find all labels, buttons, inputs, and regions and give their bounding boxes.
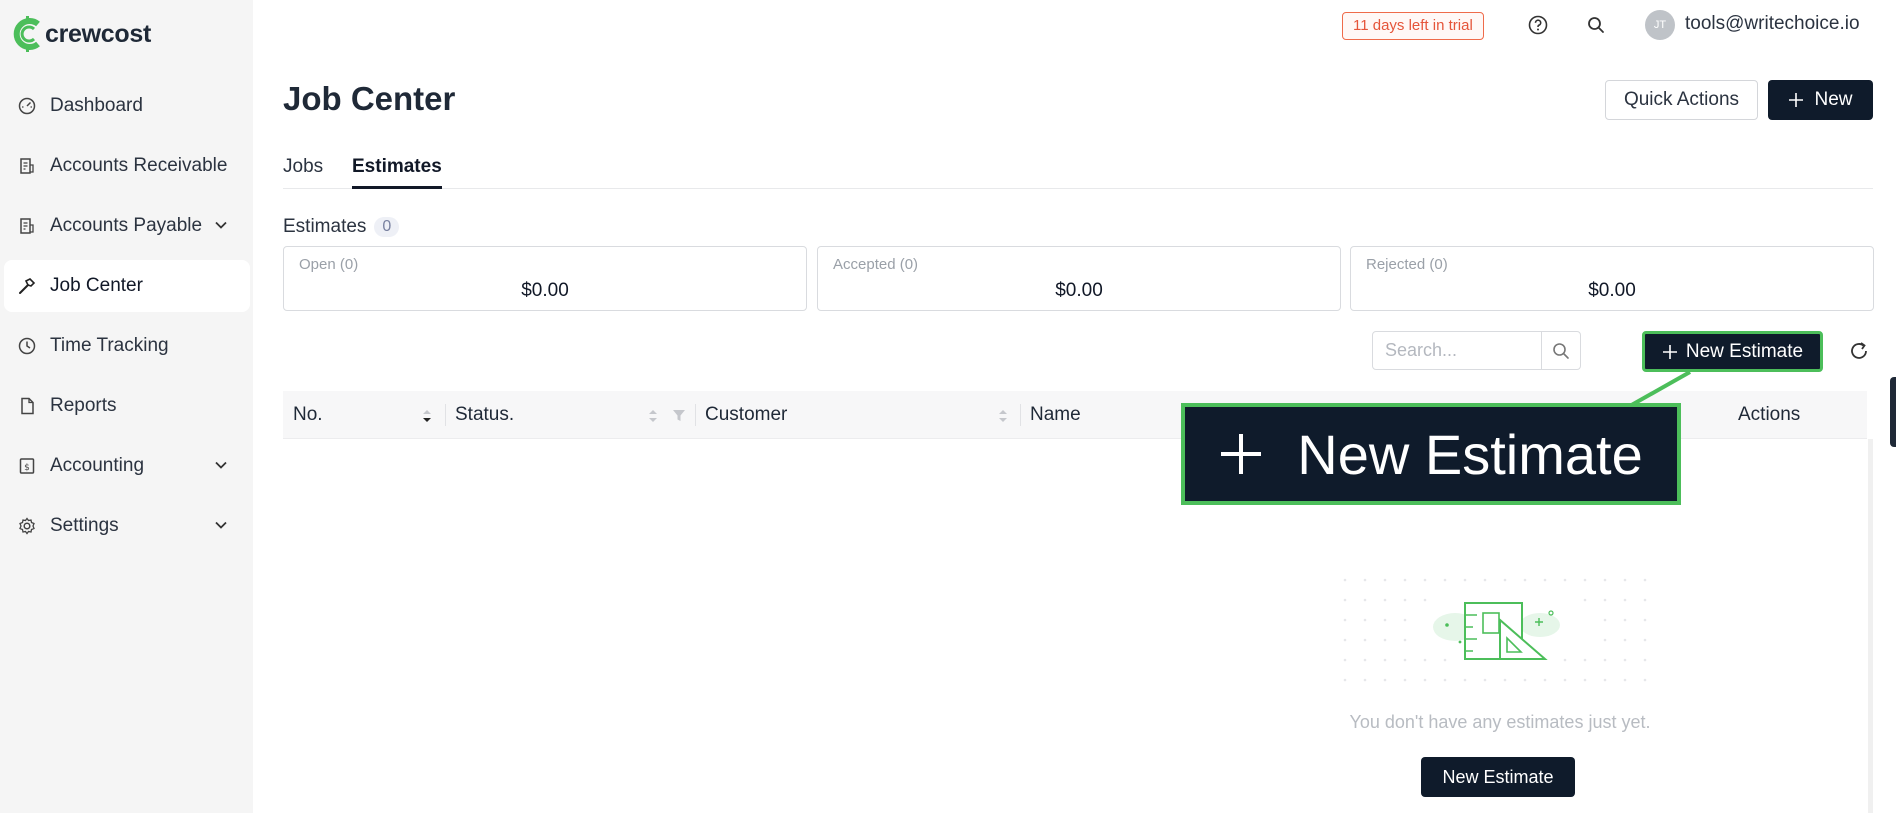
table-scrollbar[interactable]	[1868, 439, 1873, 813]
plus-icon	[1662, 344, 1677, 359]
refresh-icon[interactable]	[1848, 340, 1870, 362]
logo-text: crewcost	[45, 19, 151, 48]
search-icon	[1553, 342, 1569, 359]
empty-estimates-illustration	[1343, 578, 1647, 682]
stat-card-label: Open (0)	[299, 256, 359, 273]
sort-desc-icon[interactable]	[422, 408, 432, 424]
new-button[interactable]: New	[1768, 80, 1873, 120]
chevron-down-icon[interactable]	[214, 218, 228, 232]
hammer-icon	[18, 277, 36, 295]
estimates-label: Estimates	[283, 216, 367, 237]
column-divider	[1020, 404, 1021, 426]
crewcost-logo-icon	[13, 16, 40, 52]
gear-icon	[18, 517, 36, 535]
dollar-sheet-icon: $	[18, 457, 36, 475]
stat-card-label: Accepted (0)	[833, 256, 919, 273]
page-title: Job Center	[283, 80, 456, 117]
callout-label: New Estimate	[1297, 422, 1643, 486]
plus-icon	[1789, 93, 1804, 107]
sidebar-item-accounts-receivable[interactable]: Accounts Receivable	[4, 140, 250, 192]
sidebar-item-label: Time Tracking	[50, 335, 169, 356]
sidebar-item-label: Job Center	[50, 275, 143, 296]
filter-icon[interactable]	[672, 407, 686, 423]
sidebar-item-label: Settings	[50, 515, 119, 536]
help-icon[interactable]	[1527, 14, 1549, 36]
stat-card-rejected[interactable]: Rejected (0) $0.00	[1350, 246, 1874, 311]
tab-jobs[interactable]: Jobs	[283, 156, 323, 186]
user-email[interactable]: tools@writechoice.io	[1685, 13, 1860, 35]
new-estimate-label: New Estimate	[1685, 340, 1804, 362]
sidebar-item-label: Accounts Receivable	[50, 155, 228, 176]
receipt-icon	[18, 217, 36, 235]
stat-card-value: $0.00	[521, 280, 569, 301]
stat-card-value: $0.00	[1588, 280, 1636, 301]
new-button-label: New	[1814, 89, 1853, 110]
app-logo[interactable]: crewcost	[12, 14, 151, 54]
sidebar-item-accounts-payable[interactable]: Accounts Payable	[4, 200, 250, 252]
avatar[interactable]: JT	[1645, 10, 1675, 40]
search-button[interactable]	[1541, 331, 1581, 370]
tab-estimates[interactable]: Estimates	[352, 156, 442, 189]
new-estimate-button[interactable]: New Estimate	[1642, 331, 1823, 372]
document-icon	[18, 397, 36, 415]
sidebar-item-time-tracking[interactable]: Time Tracking	[4, 320, 250, 372]
estimates-count-badge: 0	[374, 217, 400, 237]
empty-state-message: You don't have any estimates just yet.	[1349, 712, 1651, 732]
gauge-icon	[18, 97, 36, 115]
column-divider	[445, 404, 446, 426]
empty-state-new-estimate-button[interactable]: New Estimate	[1421, 757, 1575, 797]
quick-actions-button[interactable]: Quick Actions	[1605, 80, 1758, 120]
sidebar-item-dashboard[interactable]: Dashboard	[4, 80, 250, 132]
search-input[interactable]: Search...	[1372, 331, 1542, 370]
clock-icon	[18, 337, 36, 355]
sidebar-item-label: Dashboard	[50, 95, 143, 116]
column-header-customer[interactable]: Customer	[705, 391, 787, 439]
receipt-icon	[18, 157, 36, 175]
plus-icon	[1221, 434, 1262, 474]
sidebar-item-label: Accounts Payable	[50, 215, 203, 236]
sidebar-item-settings[interactable]: Settings	[4, 500, 250, 552]
column-header-actions: Actions	[1738, 404, 1801, 425]
column-header-name[interactable]: Name	[1030, 391, 1081, 439]
column-header-no[interactable]: No.	[293, 391, 323, 439]
new-estimate-zoom-callout: New Estimate	[1181, 403, 1681, 505]
stat-card-accepted[interactable]: Accepted (0) $0.00	[817, 246, 1341, 311]
svg-text:$: $	[24, 463, 30, 473]
side-panel-handle[interactable]	[1890, 377, 1896, 447]
sidebar-nav: Dashboard Accounts Receivable Accounts P…	[0, 80, 253, 560]
stat-card-value: $0.00	[1055, 280, 1103, 301]
sort-icon[interactable]	[998, 408, 1008, 424]
sidebar-item-job-center[interactable]: Job Center	[4, 260, 250, 312]
chevron-down-icon[interactable]	[214, 518, 228, 532]
stat-card-label: Rejected (0)	[1366, 256, 1448, 273]
estimates-summary-label: Estimates 0	[283, 216, 400, 238]
column-divider	[695, 404, 696, 426]
sidebar-item-label: Accounting	[50, 455, 145, 476]
tab-bar: Jobs Estimates	[283, 152, 1873, 189]
sidebar-item-reports[interactable]: Reports	[4, 380, 250, 432]
search-icon[interactable]	[1585, 14, 1607, 36]
sidebar: crewcost Dashboard Accounts Receivable A…	[0, 0, 253, 813]
sidebar-item-accounting[interactable]: $ Accounting	[4, 440, 250, 492]
trial-badge[interactable]: 11 days left in trial	[1342, 12, 1484, 40]
column-header-status[interactable]: Status.	[455, 391, 514, 439]
stat-card-open[interactable]: Open (0) $0.00	[283, 246, 807, 311]
sidebar-item-label: Reports	[50, 395, 117, 416]
chevron-down-icon[interactable]	[214, 458, 228, 472]
sort-icon[interactable]	[648, 408, 658, 424]
